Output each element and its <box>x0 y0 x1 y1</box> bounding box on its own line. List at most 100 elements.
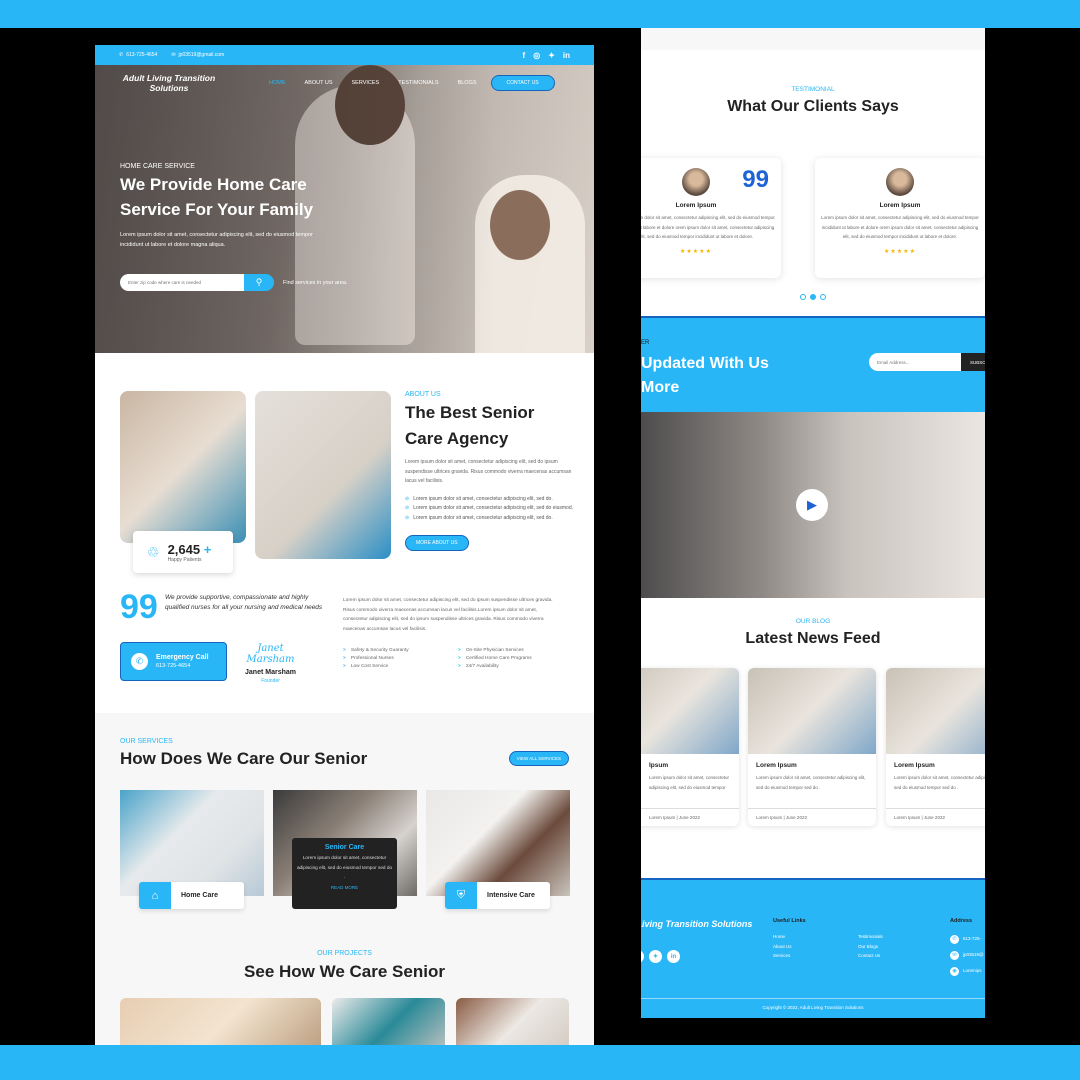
footer-links-col1: Home About Us Services <box>773 932 792 961</box>
nav-home[interactable]: HOME <box>269 80 286 86</box>
blog-section: OUR BLOG Latest News Feed Ipsum Lorem ip… <box>641 598 985 878</box>
blog-card[interactable]: Lorem Ipsum Lorem ipsum dolor sit amet, … <box>748 668 876 826</box>
footer-address: ✆ 613-725- ✉ jp03519@ ◉ Loremips <box>950 931 984 979</box>
feature-item: > Professional Nurses <box>343 656 394 661</box>
hero-description: Lorem ipsum dolor sit amet, consectetur … <box>120 232 313 248</box>
service-image <box>120 790 264 896</box>
patients-icon: ♲ <box>147 543 160 560</box>
footer-link-about[interactable]: About Us <box>773 942 792 952</box>
feature-item: >24/7 Availability <box>458 664 499 669</box>
feature-item: > Low Cost Service <box>343 664 389 669</box>
linkedin-icon[interactable]: in <box>563 51 570 60</box>
check-icon: ⊘ <box>405 505 410 511</box>
page-preview-left: ✆ 613-725-4654 ✉ jp03519@gmail.com f ◎ ✦ i… <box>95 45 594 1045</box>
blog-card[interactable]: Lorem Ipsum Lorem ipsum dolor sit amet, … <box>886 668 985 826</box>
newsletter-email-input[interactable]: Email Address... <box>869 353 962 371</box>
site-footer: Adult Living Transition Solutions ◎ ✦ in… <box>641 878 985 1018</box>
carousel-dot-2[interactable] <box>810 294 816 300</box>
nav-about[interactable]: ABOUT US <box>305 80 333 86</box>
chevron-right-icon: > <box>458 664 461 669</box>
service-card-home-care[interactable]: ⌂ Home Care <box>120 790 264 909</box>
site-logo[interactable]: Adult Living Transition Solutions <box>119 73 219 93</box>
founder-name: Janet Marsham <box>245 669 296 676</box>
instagram-icon[interactable]: ◎ <box>533 51 540 60</box>
zip-search-input[interactable] <box>120 274 244 291</box>
main-nav: Adult Living Transition Solutions HOME A… <box>95 73 594 93</box>
blog-image <box>641 668 739 754</box>
facebook-icon[interactable]: f <box>523 51 526 60</box>
twitter-icon[interactable]: ✦ <box>548 51 555 60</box>
project-image[interactable] <box>332 998 445 1045</box>
contact-us-button[interactable]: CONTACT US <box>490 75 555 91</box>
search-button[interactable]: ⚲ <box>244 274 274 291</box>
chevron-right-icon: > <box>343 656 346 661</box>
topbar-email[interactable]: ✉ jp03519@gmail.com <box>171 52 224 58</box>
twitter-icon[interactable]: ✦ <box>649 950 662 963</box>
founder-signature: Janet Marsham Janet Marsham Founder <box>238 643 303 684</box>
testimonials-title: What Our Clients Says <box>727 98 899 115</box>
subscribe-button[interactable]: SUBSC <box>961 353 985 371</box>
avatar <box>886 168 914 196</box>
services-title: How Does We Care Our Senior <box>120 749 368 768</box>
founder-role: Founder <box>261 678 280 684</box>
hero-text: HOME CARE SERVICE We Provide Home Care Se… <box>120 163 330 250</box>
carousel-dot-1[interactable] <box>800 294 806 300</box>
emergency-call-button[interactable]: ✆ Emergency Call 613-725-4654 <box>120 642 227 681</box>
blog-card[interactable]: Ipsum Lorem ipsum dolor sit amet, consec… <box>641 668 739 826</box>
phone-icon: ✆ <box>131 653 148 670</box>
services-eyebrow: OUR SERVICES <box>120 738 173 745</box>
nav-services[interactable]: SERVICES <box>352 80 380 86</box>
about-title: The Best Senior Care Agency <box>405 403 535 448</box>
nav-blogs[interactable]: BLOGS <box>458 80 477 86</box>
testimonial-card: 99 Lorem Ipsum Lorem ipsum dolor sit ame… <box>641 158 781 278</box>
phone-icon: ✆ <box>119 52 124 58</box>
footer-link-contact[interactable]: Contact Us <box>858 951 883 961</box>
phone-icon: ✆ <box>950 934 959 944</box>
footer-link-home[interactable]: Home <box>773 932 792 942</box>
chevron-right-icon: > <box>343 664 346 669</box>
service-card-intensive-care[interactable]: ⛨ Intensive Care <box>426 790 570 909</box>
top-bar: ✆ 613-725-4654 ✉ jp03519@gmail.com f ◎ ✦ i… <box>95 45 594 65</box>
view-all-services-button[interactable]: VIEW ALL SERVICES <box>508 751 569 766</box>
newsletter-title: Updated With Us More <box>641 355 769 396</box>
about-text: ABOUT US The Best Senior Care Agency Lore… <box>405 391 575 551</box>
play-button[interactable]: ▶ <box>796 489 828 521</box>
more-about-button[interactable]: MORE ABOUT US <box>405 535 469 551</box>
newsletter-eyebrow: ER <box>641 340 650 346</box>
about-image-walking-aid <box>255 391 391 559</box>
nav-testimonials[interactable]: TESTIMONIALS <box>398 80 438 86</box>
hero-title: We Provide Home Care Service For Your Fam… <box>120 175 314 219</box>
project-image[interactable] <box>120 998 321 1045</box>
services-section: OUR SERVICES How Does We Care Our Senior… <box>95 713 594 938</box>
feature-item: > Certified Home Care Programs <box>458 656 532 661</box>
instagram-icon[interactable]: ◎ <box>641 950 644 963</box>
about-description: Lorem ipsum dolor sit amet, consectetur … <box>405 459 572 484</box>
topbar-phone[interactable]: ✆ 613-725-4654 <box>119 52 157 58</box>
founder-quote: We provide supportive, compassionate and… <box>165 594 323 611</box>
zip-search: ⚲ Find services in your area. <box>120 274 348 291</box>
feature-item: > Safety & Security Guaranty <box>343 648 409 653</box>
carousel-dot-3[interactable] <box>820 294 826 300</box>
chevron-right-icon: > <box>458 656 461 661</box>
project-image[interactable] <box>456 998 569 1045</box>
feature-item: > On-Site Physician Services <box>458 648 524 653</box>
about-bullets: ⊘ Lorem ipsum dolor sit amet, consectetur… <box>405 495 575 524</box>
read-more-link[interactable]: READ MORE <box>296 885 393 890</box>
features-list: > Safety & Security Guaranty > On-Site Phy… <box>343 648 573 669</box>
star-rating: ★★★★★ <box>884 248 916 255</box>
linkedin-icon[interactable]: in <box>667 950 680 963</box>
footer-logo[interactable]: Adult Living Transition Solutions <box>641 918 752 931</box>
footer-link-services[interactable]: Services <box>773 951 792 961</box>
page-preview-right: TESTIMONIAL What Our Clients Says 99 Lor… <box>641 28 985 1018</box>
footer-link-blogs[interactable]: Our Blogs <box>858 942 883 952</box>
useful-links-heading: Useful Links <box>773 918 806 924</box>
service-card-senior-care[interactable]: Senior Care Lorem ipsum dolor sit amet, … <box>273 790 417 909</box>
location-icon: ◉ <box>950 966 959 976</box>
mail-icon: ✉ <box>950 950 959 960</box>
footer-link-testimonials[interactable]: Testimonials <box>858 932 883 942</box>
check-icon: ⊘ <box>405 514 410 521</box>
footer-links-col2: Testimonials Our Blogs Contact Us <box>858 932 883 961</box>
star-rating: ★★★★★ <box>680 248 712 255</box>
testimonials-section: TESTIMONIAL What Our Clients Says 99 Lor… <box>641 50 985 316</box>
testimonial-card: Lorem Ipsum Lorem ipsum dolor sit amet, … <box>815 158 985 278</box>
